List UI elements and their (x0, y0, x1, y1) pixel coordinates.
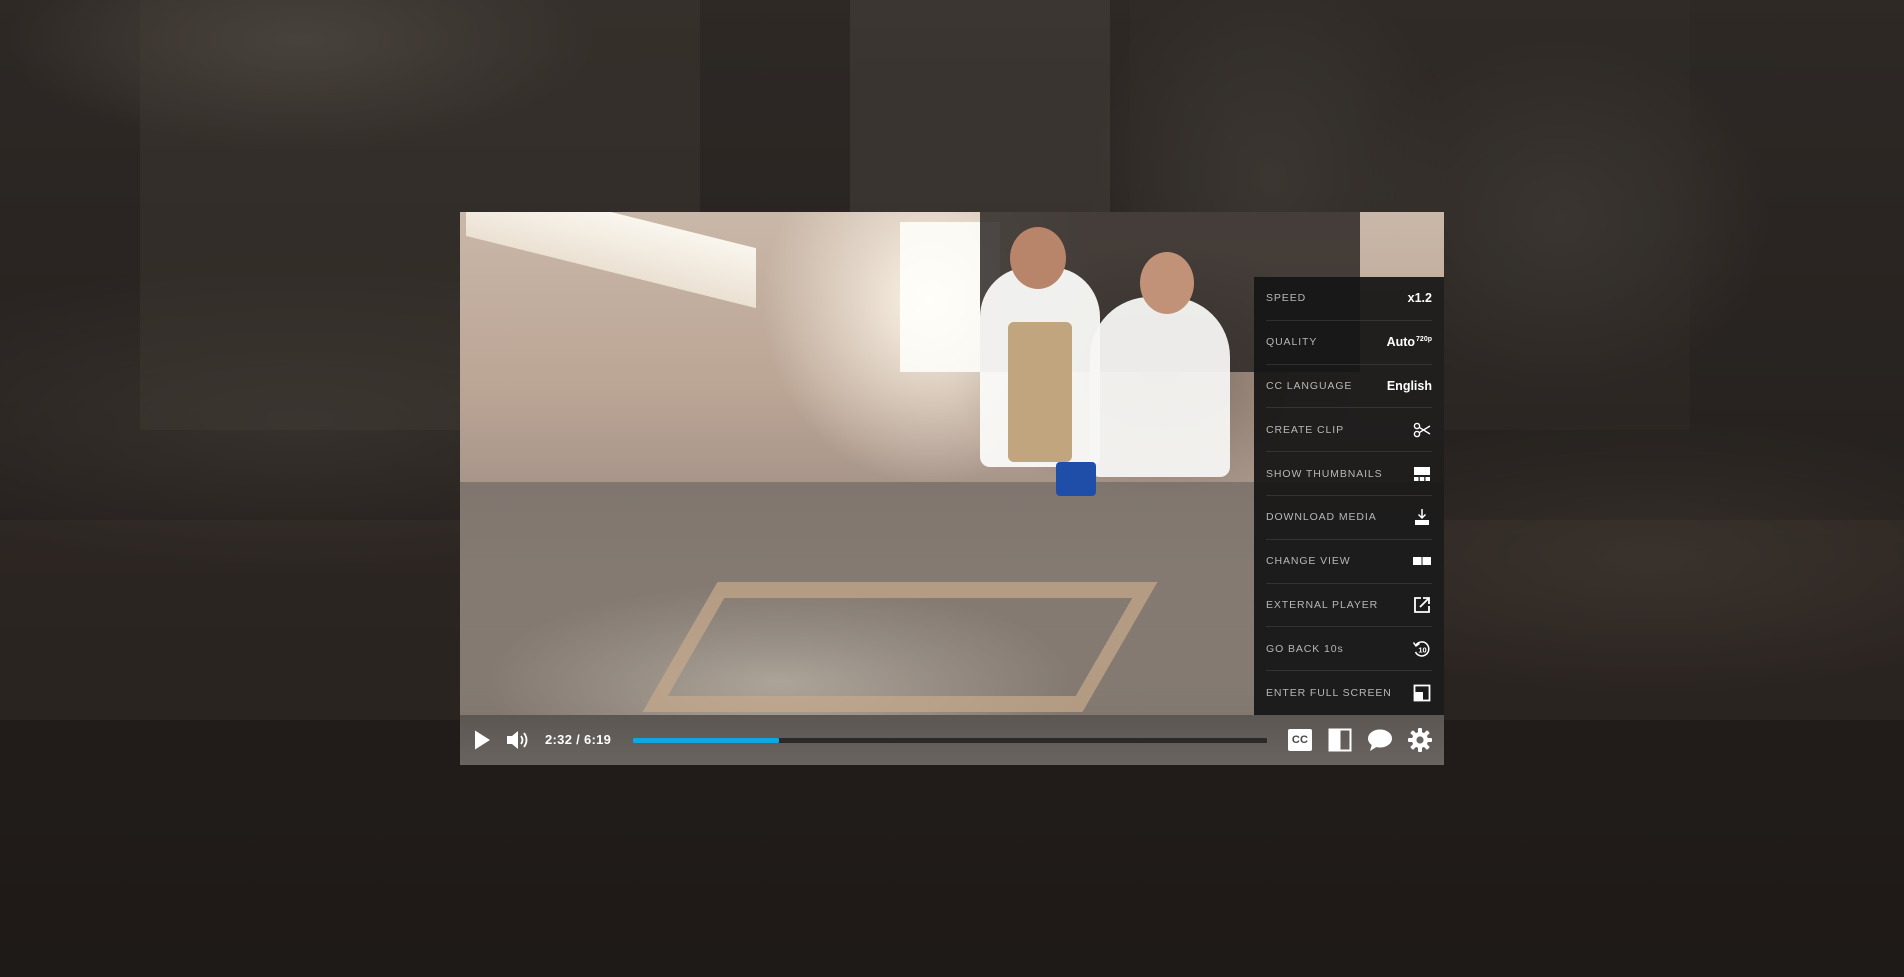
thumbnails-icon (1412, 464, 1432, 484)
scissors-icon (1412, 420, 1432, 440)
menu-item-speed[interactable]: SPEED x1.2 (1266, 277, 1432, 321)
settings-button[interactable] (1406, 726, 1434, 754)
menu-item-label: CREATE CLIP (1266, 423, 1344, 436)
menu-item-label: ENTER FULL SCREEN (1266, 687, 1392, 700)
menu-item-label: CHANGE VIEW (1266, 555, 1351, 568)
menu-item-label: SHOW THUMBNAILS (1266, 467, 1383, 480)
external-link-icon (1412, 595, 1432, 615)
video-player[interactable]: SPEED x1.2 QUALITY Auto720p CC LANGUAGE … (460, 212, 1444, 765)
menu-item-label: SPEED (1266, 292, 1307, 305)
menu-item-go-back-10s[interactable]: GO BACK 10s 10 (1266, 627, 1432, 672)
video-frame[interactable]: SPEED x1.2 QUALITY Auto720p CC LANGUAGE … (460, 212, 1444, 715)
menu-item-label: EXTERNAL PLAYER (1266, 598, 1379, 611)
volume-button[interactable] (504, 728, 532, 752)
menu-item-label: QUALITY (1266, 336, 1318, 349)
menu-item-download-media[interactable]: DOWNLOAD MEDIA (1266, 496, 1432, 540)
speed-value: x1.2 (1407, 291, 1432, 306)
menu-item-show-thumbnails[interactable]: SHOW THUMBNAILS (1266, 452, 1432, 496)
menu-item-label: CC LANGUAGE (1266, 379, 1353, 392)
sidebar-toggle-icon (1328, 728, 1352, 752)
menu-item-change-view[interactable]: CHANGE VIEW (1266, 540, 1432, 584)
svg-text:10: 10 (1418, 645, 1426, 654)
menu-item-create-clip[interactable]: CREATE CLIP (1266, 408, 1432, 453)
menu-item-label: GO BACK 10s (1266, 642, 1344, 655)
settings-menu: SPEED x1.2 QUALITY Auto720p CC LANGUAGE … (1254, 277, 1444, 715)
menu-item-enter-full-screen[interactable]: ENTER FULL SCREEN (1266, 671, 1432, 715)
cc-language-value: English (1386, 378, 1432, 393)
progress-bar[interactable] (633, 738, 1267, 743)
fullscreen-icon (1412, 683, 1432, 703)
volume-icon (505, 729, 531, 751)
play-icon (472, 729, 492, 751)
rewind-10-icon: 10 (1412, 639, 1432, 659)
chat-button[interactable] (1366, 727, 1394, 753)
download-icon (1412, 507, 1432, 527)
play-button[interactable] (470, 728, 494, 752)
cc-icon: CC (1288, 729, 1312, 751)
menu-item-external-player[interactable]: EXTERNAL PLAYER (1266, 584, 1432, 628)
menu-item-cc-language[interactable]: CC LANGUAGE English (1266, 365, 1432, 409)
split-view-icon (1412, 551, 1432, 571)
time-display: 2:32 / 6:19 (545, 732, 612, 747)
menu-item-label: DOWNLOAD MEDIA (1266, 511, 1377, 524)
chat-icon (1367, 728, 1393, 752)
menu-item-quality[interactable]: QUALITY Auto720p (1266, 321, 1432, 365)
closed-captions-button[interactable]: CC (1287, 727, 1313, 753)
progress-bar-fill (633, 738, 779, 743)
control-bar: 2:32 / 6:19 CC (460, 715, 1444, 765)
quality-value: Auto720p (1386, 335, 1432, 350)
sidebar-toggle-button[interactable] (1327, 727, 1353, 753)
quality-resolution: 720p (1416, 336, 1432, 344)
settings-gear-icon (1407, 727, 1433, 753)
